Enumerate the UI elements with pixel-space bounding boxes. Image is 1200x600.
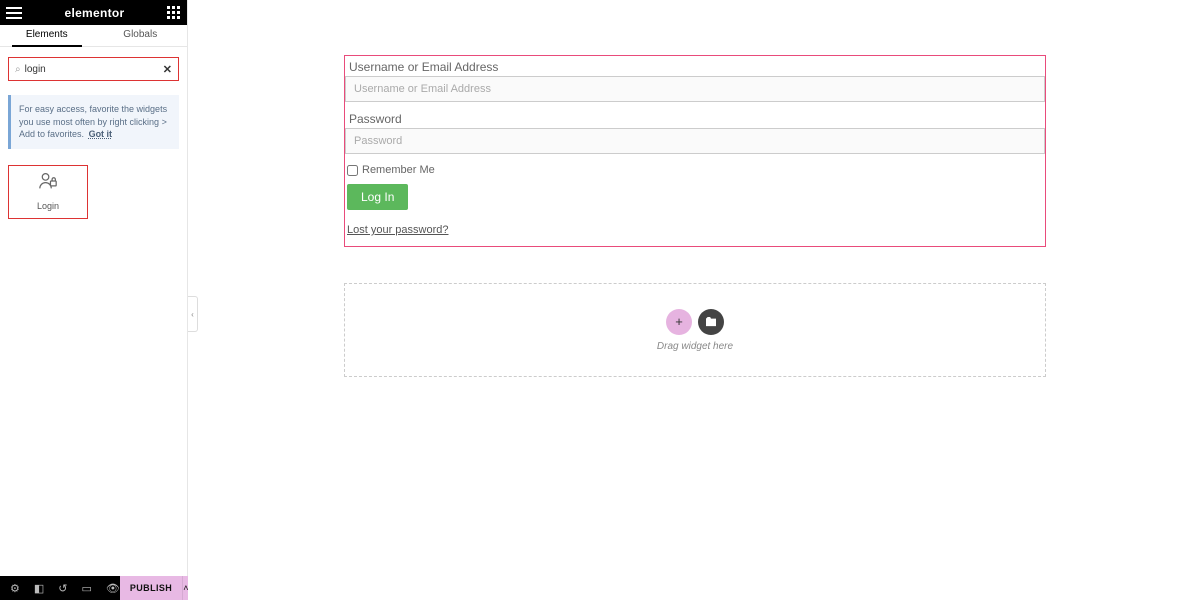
settings-icon[interactable]: ⚙ [10,582,20,595]
favorites-tip: For easy access, favorite the widgets yo… [8,95,179,149]
login-form-widget[interactable]: Username or Email Address Password Remem… [344,55,1046,247]
brand-logo: elementor [64,6,124,20]
password-label: Password [345,112,1045,128]
menu-icon[interactable] [6,7,22,19]
responsive-icon[interactable]: ▭ [82,582,92,595]
clear-search-icon[interactable]: ✕ [163,63,172,76]
history-icon[interactable]: ↺ [58,582,67,595]
editor-panel: elementor Elements Globals ⌕ ✕ For easy … [0,0,188,600]
login-widget-icon [38,172,58,195]
widget-drop-zone[interactable]: + Drag widget here [344,283,1046,377]
tip-gotit-link[interactable]: Got it [89,129,113,139]
panel-collapse-handle[interactable]: ‹ [188,296,198,332]
login-submit-button[interactable]: Log In [347,184,408,210]
panel-tabs: Elements Globals [0,25,187,47]
navigator-icon[interactable]: ◧ [34,582,44,595]
panel-footer: ⚙ ◧ ↺ ▭ 👁 PUBLISH ˄ [0,576,188,600]
widget-login[interactable]: Login [8,165,88,219]
widget-search-row: ⌕ ✕ [8,57,179,81]
editor-canvas: ‹ Username or Email Address Password Rem… [188,0,1200,600]
remember-me-row[interactable]: Remember Me [347,164,1045,176]
panel-header: elementor [0,0,187,25]
drop-zone-text: Drag widget here [657,341,733,352]
password-input[interactable] [345,128,1045,154]
widget-login-label: Login [37,201,59,211]
footer-tools: ⚙ ◧ ↺ ▭ 👁 [0,582,120,595]
preview-icon[interactable]: 👁 [106,582,120,595]
search-icon: ⌕ [15,64,21,75]
apps-grid-icon[interactable] [167,6,181,20]
remember-me-checkbox[interactable] [347,165,358,176]
add-section-button[interactable]: + [666,309,692,335]
tab-globals[interactable]: Globals [94,25,188,46]
add-template-button[interactable] [698,309,724,335]
tab-elements[interactable]: Elements [0,25,94,46]
lost-password-link[interactable]: Lost your password? [347,224,449,236]
drop-zone-buttons: + [666,309,724,335]
publish-button[interactable]: PUBLISH [120,576,182,600]
remember-me-label: Remember Me [362,164,435,176]
username-input[interactable] [345,76,1045,102]
widget-search-input[interactable] [25,64,163,75]
username-label: Username or Email Address [345,60,1045,76]
